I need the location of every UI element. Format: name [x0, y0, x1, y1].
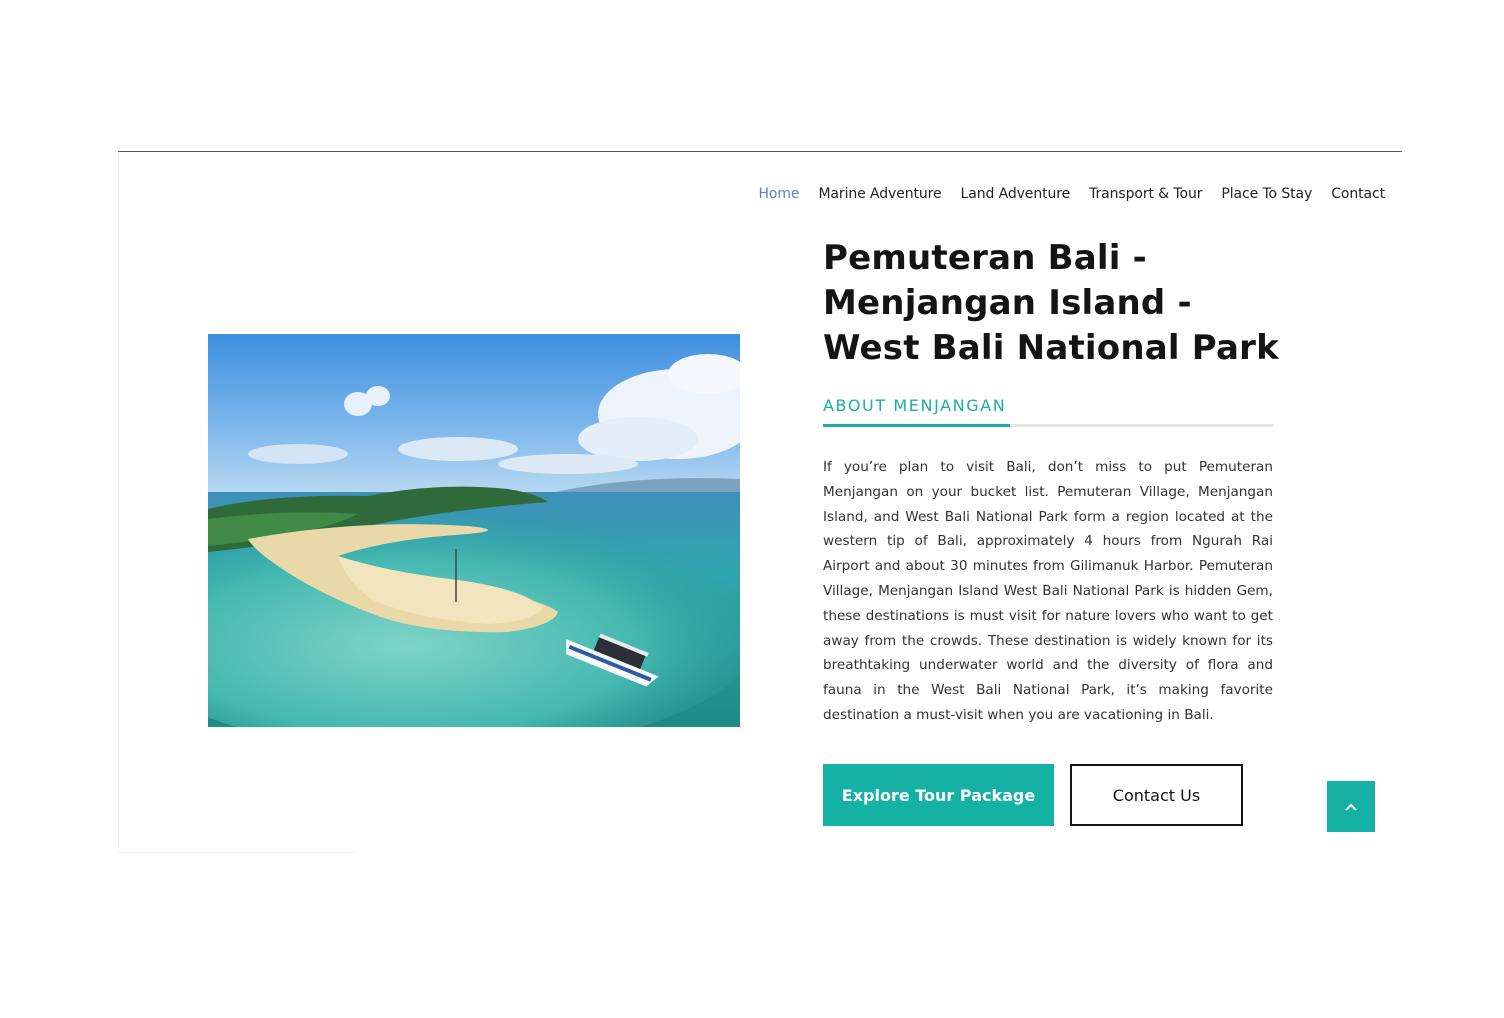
section-label: ABOUT MENJANGAN	[823, 396, 1007, 415]
nav-home[interactable]: Home	[749, 186, 809, 202]
page: Home Marine Adventure Land Adventure Tra…	[0, 0, 1504, 1018]
back-to-top-button[interactable]	[1327, 781, 1375, 832]
nav-place-to-stay[interactable]: Place To Stay	[1212, 186, 1322, 202]
frame-bottom-edge	[118, 852, 358, 853]
nav-land-adventure[interactable]: Land Adventure	[951, 186, 1080, 202]
nav-transport-tour[interactable]: Transport & Tour	[1080, 186, 1212, 202]
hero-image-menjangan-island	[208, 334, 740, 727]
explore-tour-package-button[interactable]: Explore Tour Package	[823, 764, 1054, 826]
about-description: If you’re plan to visit Bali, don’t miss…	[823, 459, 1273, 723]
page-title: Pemuteran Bali - Menjangan Island - West…	[823, 238, 1279, 368]
contact-us-button[interactable]: Contact Us	[1070, 764, 1243, 826]
section-underline-accent	[823, 424, 1010, 427]
main-nav: Home Marine Adventure Land Adventure Tra…	[749, 186, 1386, 202]
nav-marine-adventure[interactable]: Marine Adventure	[809, 186, 951, 202]
nav-contact[interactable]: Contact	[1322, 186, 1385, 202]
chevron-up-icon	[1345, 803, 1357, 811]
